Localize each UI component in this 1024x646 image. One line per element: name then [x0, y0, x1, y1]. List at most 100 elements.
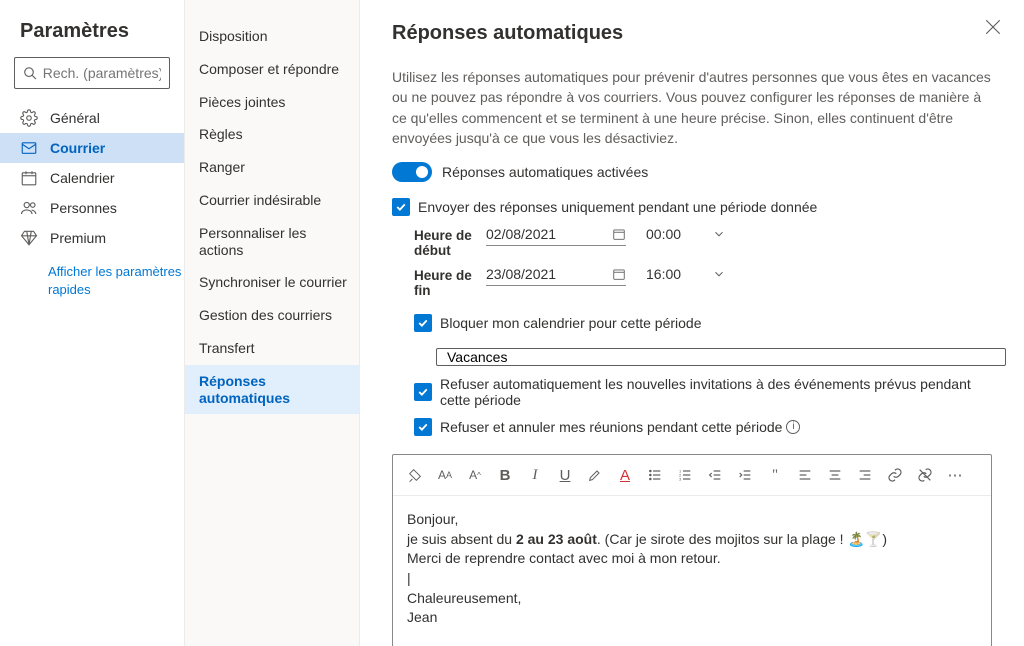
decline-new-invites-label: Refuser automatiquement les nouvelles in… [440, 376, 992, 408]
more-options-button[interactable]: ⋯ [941, 461, 969, 489]
settings-search[interactable] [14, 57, 170, 89]
settings-search-input[interactable] [43, 65, 161, 81]
pane-title: Réponses automatiques [392, 22, 992, 45]
format-painter-icon [407, 467, 423, 483]
show-quick-settings-link[interactable]: Afficher les paramètres rapides [0, 253, 184, 298]
unlink-icon [917, 467, 933, 483]
nav-calendar[interactable]: Calendrier [0, 163, 184, 193]
settings-sidebar: Paramètres Général Courrier Calendrier P… [0, 0, 185, 646]
mail-icon [20, 139, 38, 157]
editor-line: Bonjour, [407, 510, 977, 530]
underline-button[interactable]: U [551, 461, 579, 489]
send-during-period-label: Envoyer des réponses uniquement pendant … [418, 199, 817, 215]
nav-premium-label: Premium [50, 230, 106, 246]
nav-people[interactable]: Personnes [0, 193, 184, 223]
sub-compose[interactable]: Composer et répondre [185, 53, 359, 86]
check-icon [417, 386, 429, 398]
end-date-value: 23/08/2021 [486, 266, 556, 282]
italic-button[interactable]: I [521, 461, 549, 489]
nav-general-label: Général [50, 110, 100, 126]
nav-people-label: Personnes [50, 200, 117, 216]
svg-text:3: 3 [679, 477, 682, 482]
quote-button[interactable]: " [761, 461, 789, 489]
sub-sync[interactable]: Synchroniser le courrier [185, 266, 359, 299]
chevron-down-icon [712, 227, 726, 241]
sub-layout[interactable]: Disposition [185, 20, 359, 53]
outdent-icon [707, 467, 723, 483]
font-size-button[interactable]: A^ [461, 461, 489, 489]
sub-junk[interactable]: Courrier indésirable [185, 184, 359, 217]
close-button[interactable] [984, 18, 1002, 36]
start-time-field[interactable]: 00:00 [646, 226, 726, 242]
calendar-icon [612, 267, 626, 281]
block-calendar-checkbox[interactable] [414, 314, 432, 332]
highlight-button[interactable] [581, 461, 609, 489]
nav-premium[interactable]: Premium [0, 223, 184, 253]
align-center-button[interactable] [821, 461, 849, 489]
sub-rules[interactable]: Règles [185, 118, 359, 151]
automatic-replies-pane: Réponses automatiques Utilisez les répon… [360, 0, 1024, 646]
block-calendar-label: Bloquer mon calendrier pour cette périod… [440, 315, 702, 331]
align-right-button[interactable] [851, 461, 879, 489]
mail-settings-subnav: Disposition Composer et répondre Pièces … [185, 0, 360, 646]
cancel-meetings-label: Refuser et annuler mes réunions pendant … [440, 419, 782, 435]
align-left-button[interactable] [791, 461, 819, 489]
bullet-list-icon [647, 467, 663, 483]
start-date-field[interactable]: 02/08/2021 [486, 226, 626, 246]
editor-line: Merci de reprendre contact avec moi à mo… [407, 549, 977, 569]
send-during-period-checkbox[interactable] [392, 198, 410, 216]
sub-message-handling[interactable]: Gestion des courriers [185, 299, 359, 332]
check-icon [417, 421, 429, 433]
highlighter-icon [587, 467, 603, 483]
editor-line: Jean [407, 608, 977, 628]
info-icon[interactable]: i [786, 420, 800, 434]
settings-nav: Général Courrier Calendrier Personnes Pr… [0, 103, 184, 253]
sub-customize-actions[interactable]: Personnaliser les actions [185, 217, 359, 267]
sub-sweep[interactable]: Ranger [185, 151, 359, 184]
reply-editor: AA A^ B I U A 123 " ⋯ Bonjour, je suis a… [392, 454, 992, 646]
check-icon [395, 201, 407, 213]
sub-attachments[interactable]: Pièces jointes [185, 86, 359, 119]
calendar-icon [612, 227, 626, 241]
indent-icon [737, 467, 753, 483]
start-time-value: 00:00 [646, 226, 681, 242]
sub-automatic-replies[interactable]: Réponses automatiques [185, 365, 359, 415]
pane-description: Utilisez les réponses automatiques pour … [392, 67, 992, 148]
end-date-field[interactable]: 23/08/2021 [486, 266, 626, 286]
cancel-meetings-checkbox[interactable] [414, 418, 432, 436]
sub-forwarding[interactable]: Transfert [185, 332, 359, 365]
people-icon [20, 199, 38, 217]
decline-new-invites-checkbox[interactable] [414, 383, 432, 401]
check-icon [417, 317, 429, 329]
end-time-field[interactable]: 16:00 [646, 266, 726, 282]
diamond-icon [20, 229, 38, 247]
start-time-label: Heure de début [414, 226, 486, 258]
calendar-event-title-input[interactable] [436, 348, 1006, 366]
increase-indent-button[interactable] [731, 461, 759, 489]
format-painter-button[interactable] [401, 461, 429, 489]
link-icon [887, 467, 903, 483]
editor-line: Chaleureusement, [407, 589, 977, 609]
nav-calendar-label: Calendrier [50, 170, 115, 186]
editor-cursor: | [407, 569, 977, 589]
decrease-indent-button[interactable] [701, 461, 729, 489]
editor-content[interactable]: Bonjour, je suis absent du 2 au 23 août.… [393, 496, 991, 646]
start-date-value: 02/08/2021 [486, 226, 556, 242]
nav-mail[interactable]: Courrier [0, 133, 184, 163]
insert-link-button[interactable] [881, 461, 909, 489]
end-time-label: Heure de fin [414, 266, 486, 298]
align-center-icon [827, 467, 843, 483]
end-time-value: 16:00 [646, 266, 681, 282]
number-list-button[interactable]: 123 [671, 461, 699, 489]
font-family-button[interactable]: AA [431, 461, 459, 489]
nav-general[interactable]: Général [0, 103, 184, 133]
auto-replies-toggle[interactable] [392, 162, 432, 182]
calendar-icon [20, 169, 38, 187]
bold-button[interactable]: B [491, 461, 519, 489]
settings-title: Paramètres [0, 20, 184, 57]
remove-link-button[interactable] [911, 461, 939, 489]
bullet-list-button[interactable] [641, 461, 669, 489]
nav-mail-label: Courrier [50, 140, 105, 156]
chevron-down-icon [712, 267, 726, 281]
font-color-button[interactable]: A [611, 461, 639, 489]
